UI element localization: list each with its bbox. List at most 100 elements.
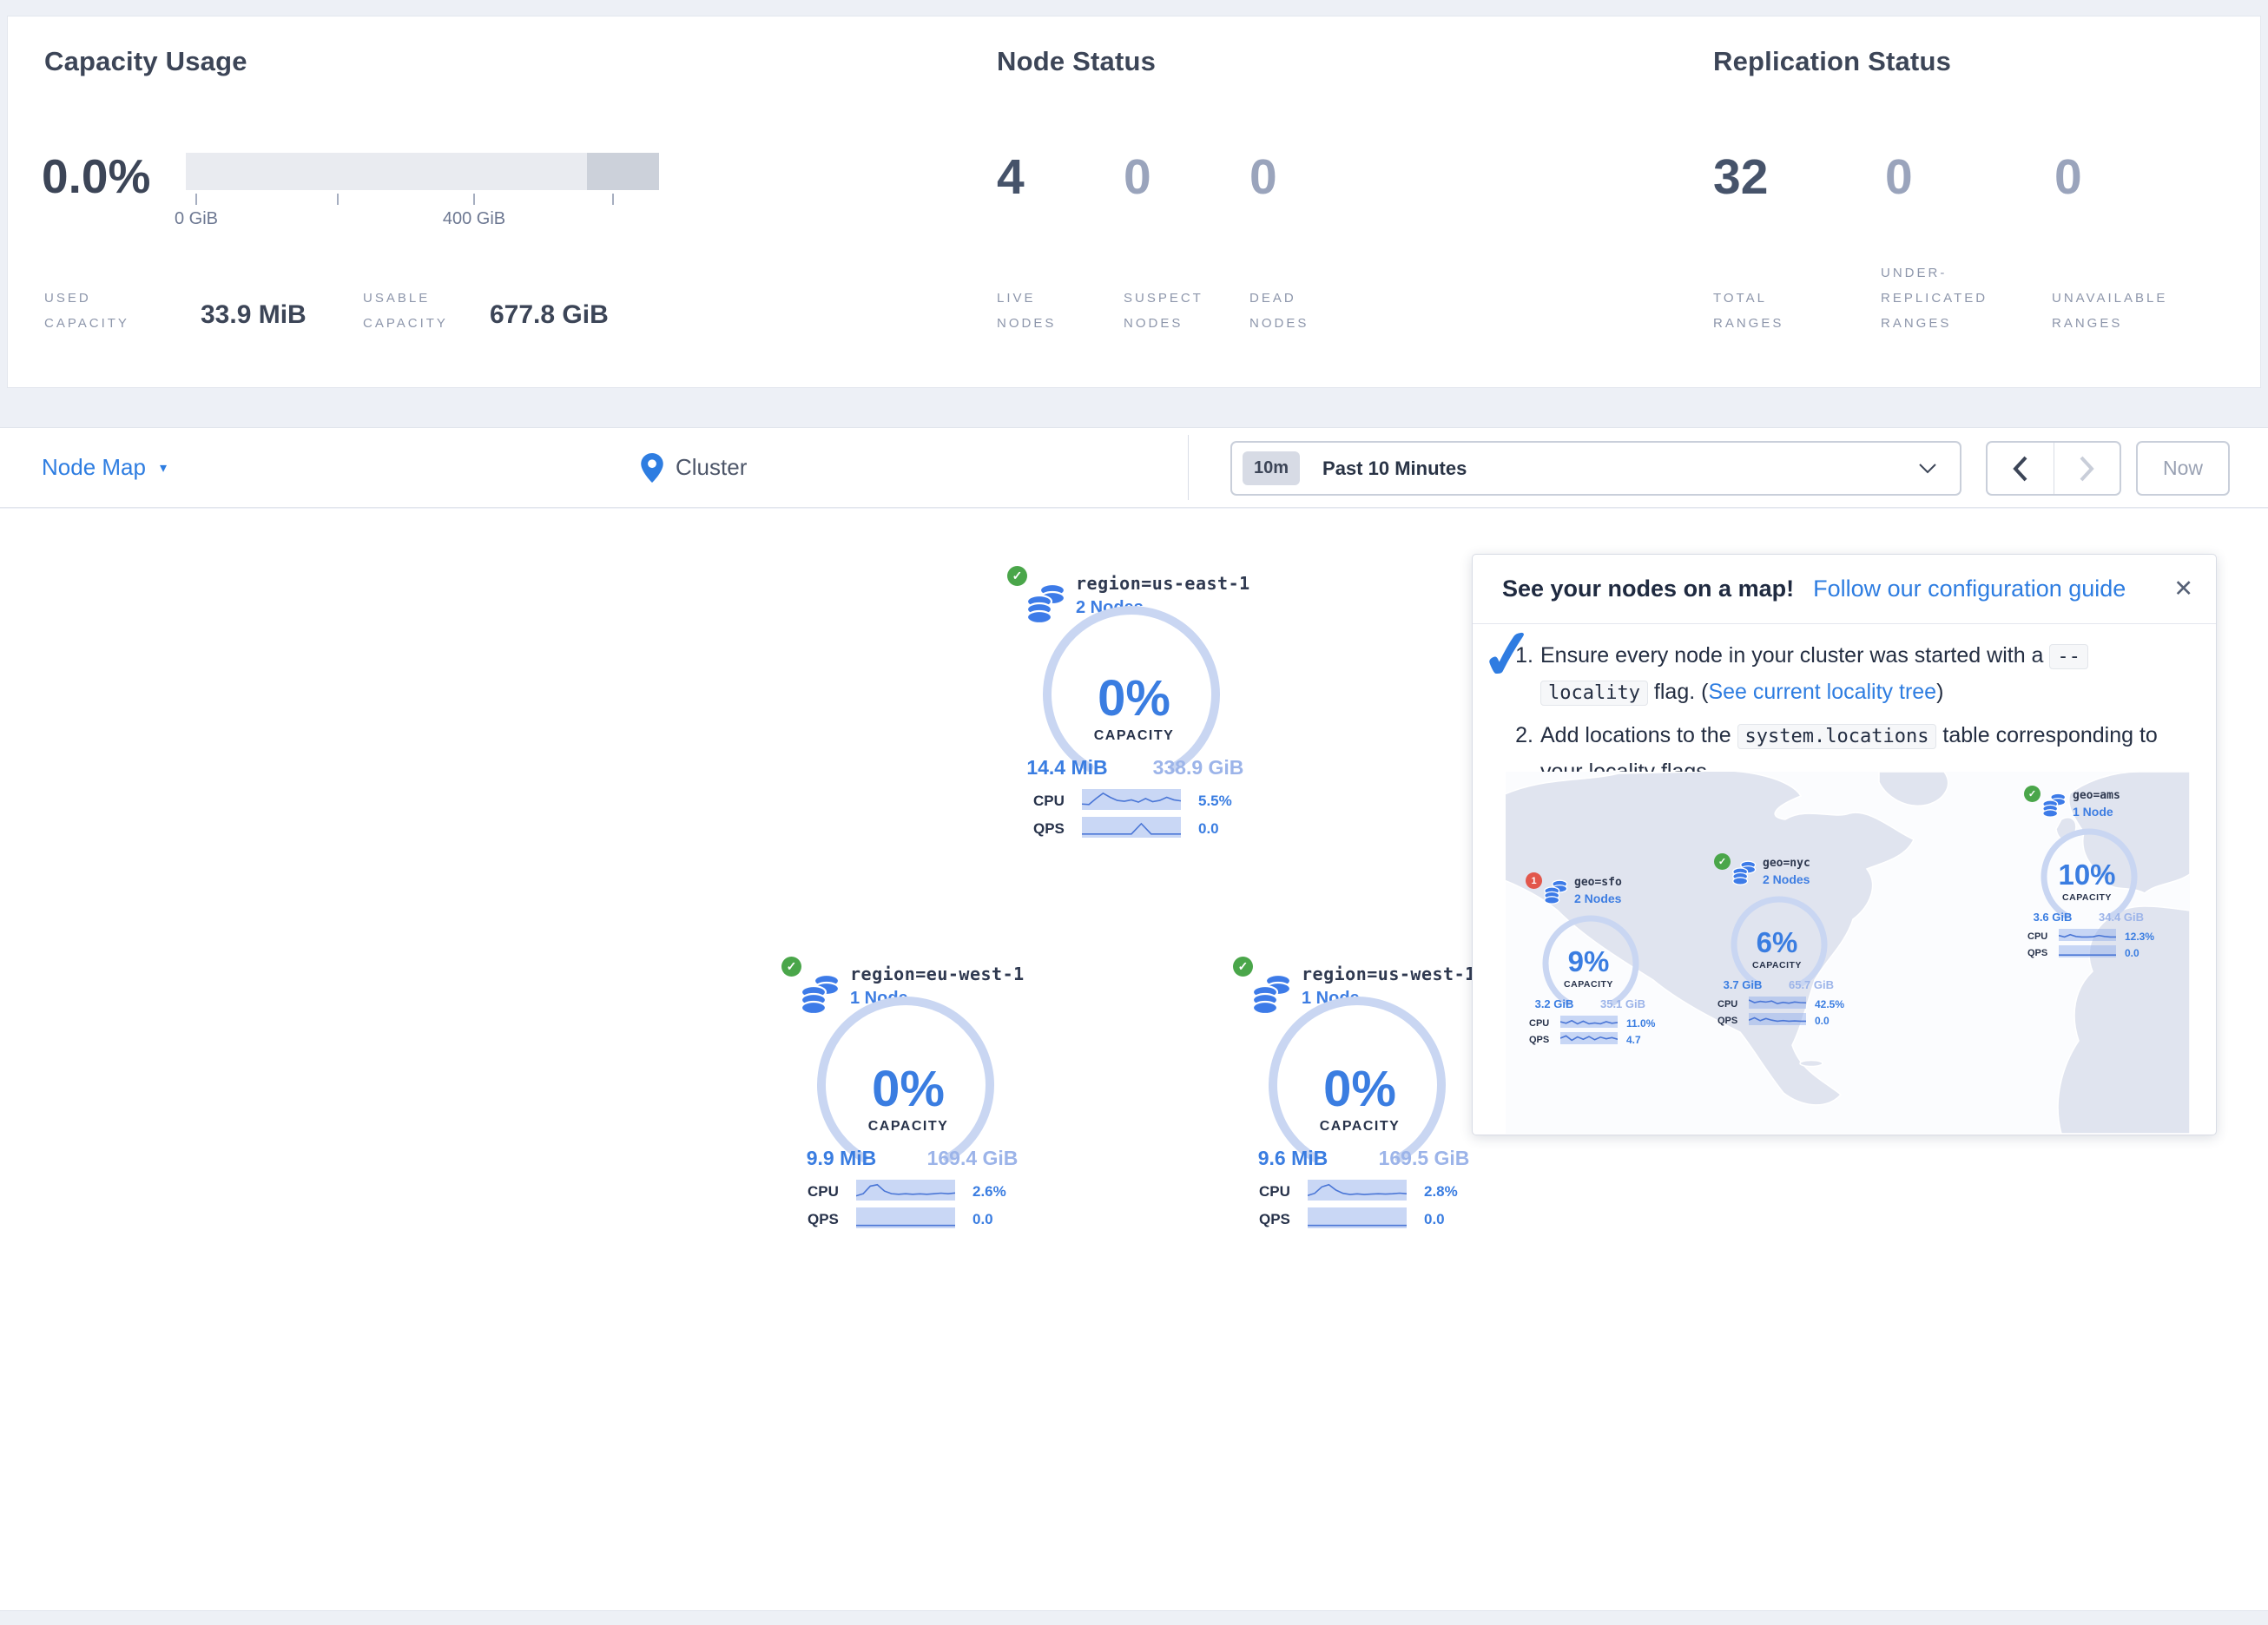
cpu-label: CPU bbox=[1033, 793, 1065, 810]
code-chip: locality bbox=[1540, 681, 1648, 706]
capacity-label: CAPACITY bbox=[2024, 892, 2150, 903]
view-mode-dropdown[interactable]: Node Map ▾ bbox=[42, 428, 167, 507]
now-button[interactable]: Now bbox=[2136, 441, 2230, 496]
capacity-tick-label-0: 0 GiB bbox=[144, 209, 248, 229]
qps-label: QPS bbox=[1529, 1035, 1549, 1045]
cpu-value: 12.3% bbox=[2125, 931, 2154, 943]
chevron-right-icon bbox=[2080, 456, 2094, 482]
qps-value: 0.0 bbox=[1424, 1211, 1445, 1228]
cpu-label: CPU bbox=[2027, 931, 2047, 942]
total-ranges-label: TOTALRANGES bbox=[1713, 286, 1783, 336]
total-capacity: 338.9 GiB bbox=[1137, 756, 1259, 780]
capacity-percent: 6% bbox=[1714, 926, 1840, 959]
time-range-badge: 10m bbox=[1243, 451, 1300, 485]
used-capacity: 3.7 GiB bbox=[1711, 978, 1775, 991]
used-capacity: 3.2 GiB bbox=[1522, 997, 1586, 1010]
cpu-sparkline bbox=[1560, 1016, 1618, 1028]
qps-label: QPS bbox=[1033, 820, 1065, 838]
dead-nodes-label: DEADNODES bbox=[1249, 286, 1309, 336]
locality-tree-link[interactable]: See current locality tree bbox=[1708, 680, 1936, 704]
cpu-value: 2.6% bbox=[972, 1183, 1006, 1201]
suspect-nodes-count: 0 bbox=[1124, 148, 1151, 206]
capacity-bar-nonusable-segment bbox=[587, 153, 659, 190]
qps-label: QPS bbox=[2027, 948, 2047, 958]
total-capacity: 35.1 GiB bbox=[1590, 997, 1656, 1010]
qps-sparkline bbox=[1308, 1207, 1407, 1228]
total-capacity: 169.5 GiB bbox=[1363, 1147, 1485, 1170]
qps-value: 0.0 bbox=[1198, 820, 1219, 838]
cpu-sparkline bbox=[1749, 997, 1806, 1009]
region-card-us-west-1[interactable]: ✓ region=us-west-1 1 Node 0% CAPACITY 9.… bbox=[1224, 951, 1495, 1239]
capacity-usage-title: Capacity Usage bbox=[44, 46, 247, 77]
chevron-left-icon bbox=[2013, 456, 2027, 482]
step-done-check-icon: ✓ bbox=[1475, 613, 1540, 697]
locality-name: geo=sfo bbox=[1574, 876, 1622, 889]
cpu-sparkline bbox=[2059, 929, 2116, 941]
database-stack-icon bbox=[1543, 879, 1569, 905]
chevron-down-icon bbox=[1918, 463, 1937, 474]
used-capacity-value: 33.9 MiB bbox=[201, 300, 307, 330]
qps-value: 0.0 bbox=[1815, 1015, 1830, 1027]
chevron-down-icon: ▾ bbox=[160, 459, 167, 477]
close-icon[interactable]: ✕ bbox=[2173, 576, 2193, 602]
qps-sparkline bbox=[1749, 1013, 1806, 1025]
cpu-label: CPU bbox=[1529, 1018, 1549, 1029]
example-node-map: 1 geo=sfo 2 Nodes 9% CAPACITY 3.2 GiB 35… bbox=[1506, 772, 2190, 1134]
capacity-percent: 9% bbox=[1526, 945, 1652, 978]
under-replicated-label: UNDER-REPLICATEDRANGES bbox=[1881, 260, 1988, 336]
database-stack-icon bbox=[1731, 860, 1757, 886]
cpu-sparkline bbox=[1082, 789, 1181, 810]
toolbar-divider bbox=[1188, 435, 1189, 500]
qps-label: QPS bbox=[808, 1211, 839, 1228]
capacity-tick bbox=[612, 194, 614, 205]
code-chip: -- bbox=[2049, 644, 2088, 669]
cpu-value: 42.5% bbox=[1815, 998, 1844, 1010]
capacity-label: CAPACITY bbox=[1224, 1119, 1495, 1135]
cpu-label: CPU bbox=[1717, 999, 1737, 1010]
capacity-percent: 10% bbox=[2024, 859, 2150, 891]
cpu-sparkline bbox=[856, 1180, 955, 1201]
region-name: region=eu-west-1 bbox=[850, 964, 1025, 984]
location-pin-icon bbox=[641, 453, 663, 483]
region-card-us-east-1[interactable]: ✓ region=us-east-1 2 Nodes 0% CAPACITY 1… bbox=[999, 560, 1269, 848]
time-back-button[interactable] bbox=[1988, 443, 2054, 494]
total-capacity: 65.7 GiB bbox=[1778, 978, 1844, 991]
capacity-label: CAPACITY bbox=[1526, 979, 1652, 990]
database-stack-icon bbox=[2041, 793, 2067, 819]
used-capacity: 14.4 MiB bbox=[1009, 756, 1125, 780]
popup-title: See your nodes on a map! bbox=[1502, 576, 1794, 602]
locality-name: geo=nyc bbox=[1763, 857, 1810, 870]
breadcrumb-cluster[interactable]: Cluster bbox=[641, 428, 747, 507]
locality-nodes: 2 Nodes bbox=[1763, 872, 1810, 886]
capacity-label: CAPACITY bbox=[1714, 960, 1840, 970]
capacity-percent: 0.0% bbox=[42, 148, 150, 204]
configuration-guide-link[interactable]: Follow our configuration guide bbox=[1813, 576, 2126, 602]
footer-strip bbox=[0, 1610, 2268, 1625]
cpu-label: CPU bbox=[808, 1183, 839, 1201]
popup-step-1: 1. Ensure every node in your cluster was… bbox=[1507, 638, 2185, 711]
qps-sparkline bbox=[1082, 817, 1181, 838]
locality-nodes: 2 Nodes bbox=[1574, 891, 1621, 905]
code-chip: system.locations bbox=[1737, 724, 1937, 749]
capacity-tick-label-400: 400 GiB bbox=[422, 209, 526, 229]
capacity-tick bbox=[195, 194, 197, 205]
usable-capacity-label: USABLECAPACITY bbox=[363, 286, 448, 336]
replication-status-title: Replication Status bbox=[1713, 46, 1951, 77]
qps-label: QPS bbox=[1717, 1016, 1737, 1026]
healthy-check-icon: ✓ bbox=[1714, 853, 1731, 870]
qps-value: 0.0 bbox=[972, 1211, 993, 1228]
qps-sparkline bbox=[1560, 1032, 1618, 1044]
time-nav-group bbox=[1986, 441, 2121, 496]
used-capacity-label: USEDCAPACITY bbox=[44, 286, 129, 336]
live-nodes-label: LIVENODES bbox=[997, 286, 1056, 336]
capacity-bar bbox=[186, 153, 659, 190]
map-toolbar: Node Map ▾ Cluster 10m Past 10 Minutes bbox=[0, 427, 2268, 508]
region-card-eu-west-1[interactable]: ✓ region=eu-west-1 1 Node 0% CAPACITY 9.… bbox=[773, 951, 1044, 1239]
time-forward-button[interactable] bbox=[2054, 443, 2120, 494]
used-capacity: 9.6 MiB bbox=[1235, 1147, 1351, 1170]
time-range-select[interactable]: 10m Past 10 Minutes bbox=[1230, 441, 1961, 496]
capacity-label: CAPACITY bbox=[999, 728, 1269, 744]
healthy-check-icon: ✓ bbox=[2024, 786, 2041, 802]
capacity-tick bbox=[473, 194, 475, 205]
cluster-overview-page: Capacity Usage 0.0% 0 GiB 400 GiB USEDCA… bbox=[0, 0, 2268, 1625]
